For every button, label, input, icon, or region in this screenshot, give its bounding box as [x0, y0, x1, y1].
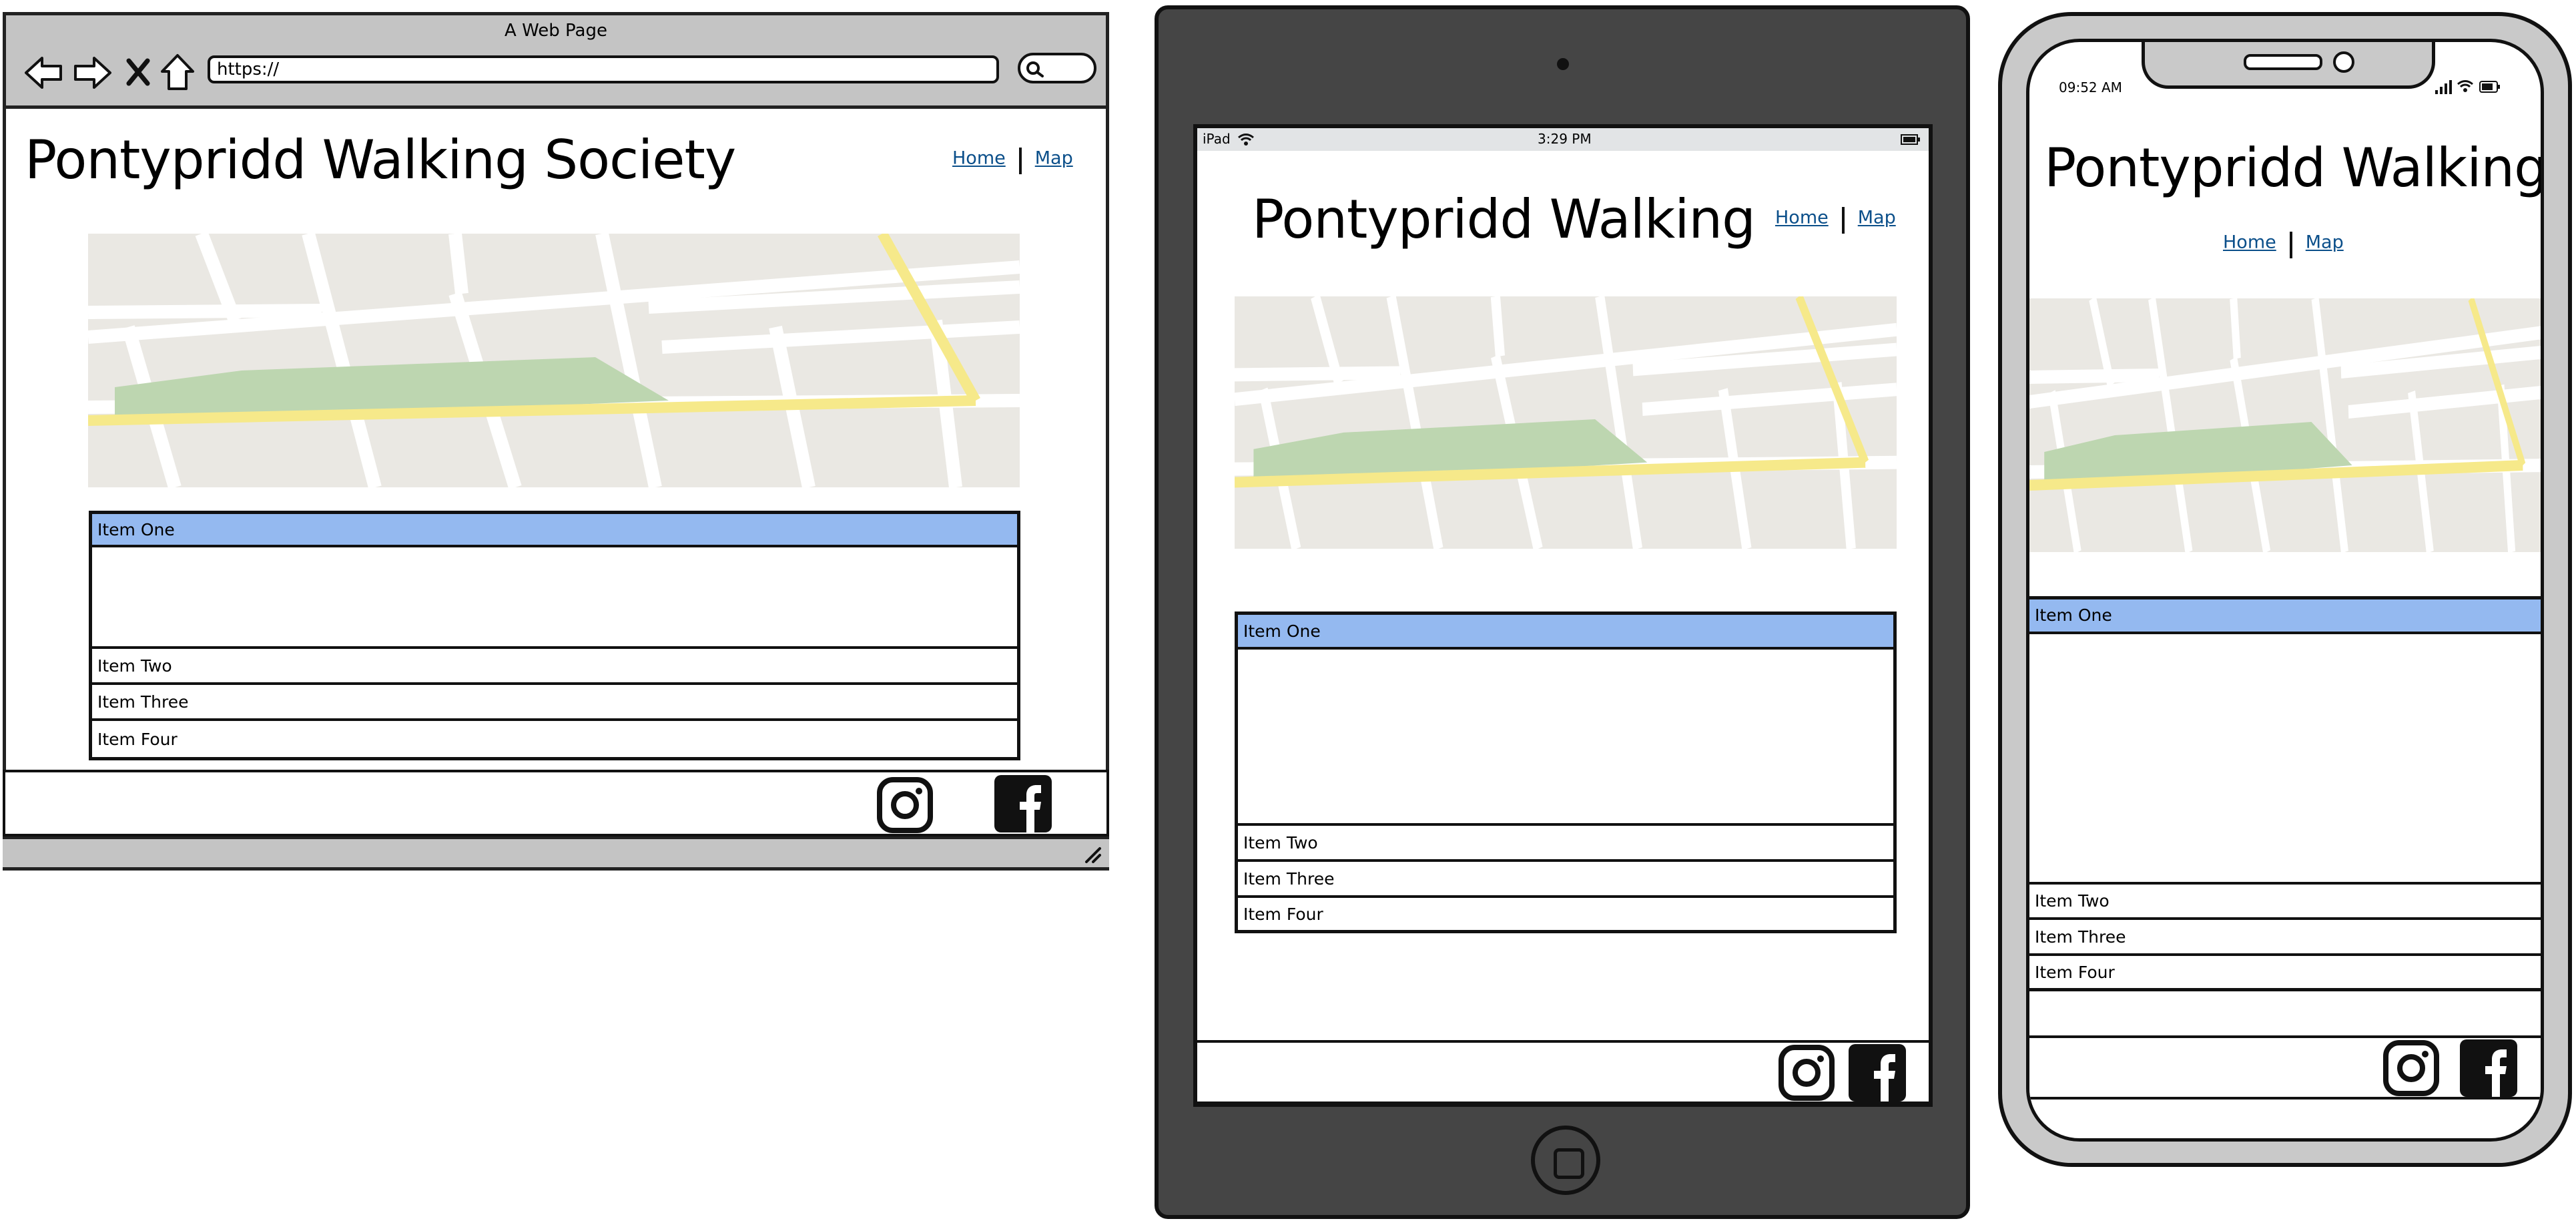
phone-site-title: Pontypridd Walking [2044, 137, 2544, 199]
tablet-accordion: Item One Item Two Item Three Item Four [1235, 612, 1897, 933]
accordion-item-three[interactable]: Item Three [92, 685, 1017, 721]
phone-facebook-icon[interactable] [2460, 1039, 2517, 1097]
tablet-device-label: iPad [1203, 131, 1231, 147]
phone-accordion-item-two[interactable]: Item Two [2029, 885, 2541, 921]
tablet-device: iPad 3:29 PM Pontypridd Walking Home Map [1155, 5, 1970, 1219]
browser-status-bar [3, 836, 1109, 867]
site-title: Pontypridd Walking Society [25, 129, 736, 191]
tablet-camera [1557, 58, 1569, 70]
phone-nav-map-link[interactable]: Map [2306, 232, 2344, 253]
accordion: Item One Item Two Item Three Item Four [89, 511, 1020, 760]
tablet-screen: iPad 3:29 PM Pontypridd Walking Home Map [1193, 124, 1933, 1107]
nav-map-link[interactable]: Map [1035, 148, 1073, 169]
window-title: A Web Page [505, 21, 607, 41]
tablet-top-nav: Home Map [1775, 207, 1896, 234]
phone-footer [2029, 1035, 2541, 1099]
signal-icon [2435, 80, 2452, 94]
url-bar[interactable]: https:// [208, 55, 999, 83]
wifi-icon [1238, 134, 1254, 146]
tablet-nav-map-link[interactable]: Map [1858, 208, 1896, 228]
footer [3, 770, 1109, 836]
home-icon[interactable] [159, 53, 196, 91]
phone-time: 09:52 AM [2059, 79, 2122, 95]
phone-top-nav: Home Map [2223, 232, 2344, 258]
phone-instagram-icon[interactable] [2382, 1039, 2440, 1097]
close-icon[interactable] [125, 57, 151, 87]
phone-accordion-item-four[interactable]: Item Four [2029, 956, 2541, 988]
tablet-status-bar: iPad 3:29 PM [1197, 128, 1929, 151]
tablet-facebook-icon[interactable] [1849, 1044, 1906, 1102]
phone-accordion-panel [2029, 634, 2541, 885]
browser-window: A Web Page https:// Pontypridd Walking S… [3, 12, 1109, 871]
accordion-item-one[interactable]: Item One [92, 514, 1017, 547]
phone-screen: 09:52 AM Pontypridd Walking Home Map Ite… [2026, 39, 2544, 1142]
search-icon [1026, 61, 1044, 77]
back-arrow-icon[interactable] [23, 54, 63, 91]
forward-arrow-icon[interactable] [73, 54, 113, 91]
phone-accordion-item-three[interactable]: Item Three [2029, 920, 2541, 957]
nav-divider [1018, 148, 1022, 174]
tablet-accordion-item-one[interactable]: Item One [1238, 615, 1893, 650]
phone-accordion-item-one[interactable]: Item One [2029, 599, 2541, 634]
tablet-accordion-item-four[interactable]: Item Four [1238, 898, 1893, 930]
phone-wifi-icon [2457, 80, 2473, 92]
phone-device: 09:52 AM Pontypridd Walking Home Map Ite… [1998, 12, 2572, 1167]
phone-battery-icon [2479, 81, 2500, 93]
instagram-icon[interactable] [876, 776, 934, 834]
accordion-item-four[interactable]: Item Four [92, 721, 1017, 757]
tablet-time: 3:29 PM [1538, 131, 1592, 147]
facebook-icon[interactable] [994, 775, 1052, 832]
accordion-panel [92, 547, 1017, 649]
tablet-home-button[interactable] [1531, 1126, 1600, 1195]
tablet-nav-home-link[interactable]: Home [1775, 208, 1829, 228]
phone-notch [2142, 42, 2435, 89]
tablet-accordion-item-two[interactable]: Item Two [1238, 826, 1893, 862]
tablet-map-image[interactable] [1235, 296, 1897, 549]
nav-home-link[interactable]: Home [952, 148, 1006, 169]
phone-accordion: Item One Item Two Item Three Item Four [2029, 596, 2541, 991]
tablet-accordion-panel [1238, 650, 1893, 826]
search-box[interactable] [1018, 53, 1096, 83]
battery-icon [1901, 134, 1920, 145]
tablet-footer [1197, 1040, 1929, 1103]
tablet-accordion-item-three[interactable]: Item Three [1238, 862, 1893, 898]
phone-map-image[interactable] [2029, 298, 2541, 552]
browser-toolbar: A Web Page https:// [6, 15, 1106, 109]
phone-nav-divider [2289, 232, 2292, 258]
resize-grip-icon[interactable] [1082, 846, 1101, 863]
tablet-instagram-icon[interactable] [1778, 1044, 1835, 1102]
tablet-nav-divider [1841, 207, 1845, 234]
accordion-item-two[interactable]: Item Two [92, 649, 1017, 685]
top-nav: Home Map [952, 148, 1073, 174]
tablet-site-title: Pontypridd Walking [1252, 188, 1756, 250]
phone-nav-home-link[interactable]: Home [2223, 232, 2276, 253]
url-text: https:// [217, 59, 280, 79]
map-image[interactable] [88, 234, 1020, 487]
